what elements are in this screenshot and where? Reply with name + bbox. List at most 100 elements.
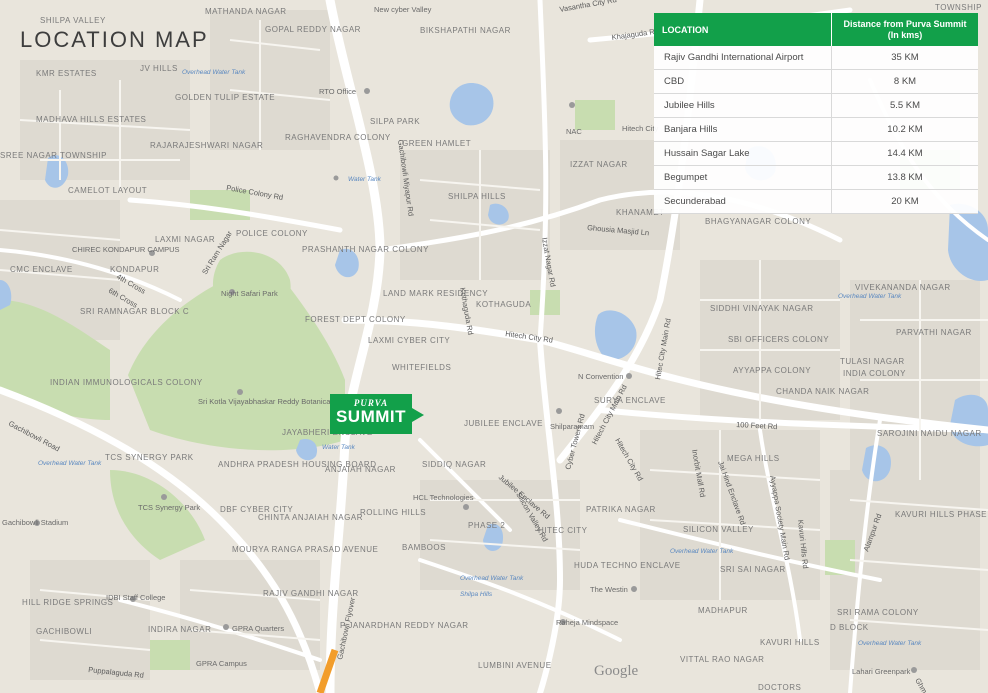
area-label: TOWNSHIP [935,3,982,12]
poi-label: GPRA Campus [196,659,247,668]
area-label: BAMBOOS [402,543,446,552]
table-header-row: LOCATION Distance from Purva Summit (In … [654,13,978,46]
area-label: SILPA PARK [370,117,420,126]
area-label: WHITEFIELDS [392,363,451,372]
area-label: PATRIKA NAGAR [586,505,656,514]
area-label: RAJIV GANDHI NAGAR [263,589,359,598]
area-label: BIKSHAPATHI NAGAR [420,26,511,35]
poi-label: Overhead Water Tank [182,69,246,76]
area-label: SURYA ENCLAVE [594,396,666,405]
map-title: LOCATION MAP [20,27,209,52]
poi-label: N Convention [578,372,623,381]
area-label: JV HILLS [140,64,178,73]
marker-brand: PURVA [353,398,389,408]
area-label: JUBILEE ENCLAVE [464,419,543,428]
poi-label: New cyber Valley [374,5,432,14]
area-label: GOLDEN TULIP ESTATE [175,93,275,102]
area-label: SILICON VALLEY [683,525,754,534]
poi-label: Overhead Water Tank [460,575,524,582]
poi-label: GPRA Quarters [232,624,284,633]
area-label: SRI SAI NAGAR [720,565,786,574]
area-label: KOTHAGUDA [476,300,531,309]
area-label: MEGA HILLS [727,454,780,463]
area-label: PHASE 2 [468,521,505,530]
area-label: INDIRA NAGAR [148,625,211,634]
poi-label: CHIREC KONDAPUR CAMPUS [72,245,180,254]
area-label: GACHIBOWLI [36,627,92,636]
row-distance: 5.5 KM [831,93,978,118]
area-label: HILL RIDGE SPRINGS [22,598,113,607]
poi-label: HCL Technologies [413,493,474,502]
table-row: Rajiv Gandhi International Airport 35 KM [654,46,978,70]
area-label: POLICE COLONY [236,229,308,238]
poi-label: RTO Office [319,87,356,96]
row-distance: 10.2 KM [831,117,978,142]
area-label: VIVEKANANDA NAGAR [855,283,951,292]
poi-label: Night Safari Park [221,289,278,298]
area-label: TULASI NAGAR [840,357,905,366]
area-label: BHAGYANAGAR COLONY [705,217,811,226]
poi-label: TCS Synergy Park [138,503,200,512]
row-distance: 13.8 KM [831,165,978,190]
area-label: SBI OFFICERS COLONY [728,335,829,344]
row-location: CBD [654,69,832,94]
table-row: Secunderabad 20 KM [654,189,978,214]
row-distance: 20 KM [831,189,978,214]
poi-label: NAC [566,127,582,136]
area-label: PARVATHI NAGAR [896,328,972,337]
area-label: SIDDHI VINAYAK NAGAR [710,304,814,313]
area-label: SHILPA HILLS [448,192,506,201]
area-label: CAMELOT LAYOUT [68,186,147,195]
area-label: CHANDA NAIK NAGAR [776,387,869,396]
table-row: Hussain Sagar Lake 14.4 KM [654,141,978,166]
area-label: D BLOCK [830,623,869,632]
area-label: HUDA TECHNO ENCLAVE [574,561,681,570]
area-label: LAXMI NAGAR [155,235,215,244]
distance-table: LOCATION Distance from Purva Summit (In … [654,13,978,214]
area-label: LAXMI CYBER CITY [368,336,450,345]
area-label: INDIAN IMMUNOLOGICALS COLONY [50,378,203,387]
area-label: RAJARAJESHWARI NAGAR [150,141,263,150]
area-label: GREEN HAMLET [402,139,471,148]
area-label: KAVURI HILLS [760,638,820,647]
table-row: Jubilee Hills 5.5 KM [654,93,978,118]
area-label: KMR ESTATES [36,69,97,78]
area-label: LUMBINI AVENUE [478,661,552,670]
row-location: Begumpet [654,165,832,190]
table-row: Begumpet 13.8 KM [654,165,978,190]
poi-label: Raheja Mindspace [556,618,618,627]
poi-label: Shilpa Hills [460,591,493,598]
row-location: Jubilee Hills [654,93,832,118]
area-label: KONDAPUR [110,265,159,274]
table-row: Banjara Hills 10.2 KM [654,117,978,142]
area-label: PRASHANTH NAGAR COLONY [302,245,429,254]
area-label: ROLLING HILLS [360,508,426,517]
poi-label: Overhead Water Tank [838,293,902,300]
area-label: SIDDIQ NAGAR [422,460,486,469]
area-label: VITTAL RAO NAGAR [680,655,764,664]
area-label: INDIA COLONY [843,369,906,378]
area-label: IZZAT NAGAR [570,160,628,169]
marker-project: SUMMIT [335,407,407,426]
area-label: DOCTORS [758,683,801,692]
lake-nac [449,82,494,126]
area-label: MOURYA RANGA PRASAD AVENUE [232,545,378,554]
area-label: SAROJINI NAIDU NAGAR [877,429,982,438]
poi-label: Overhead Water Tank [38,460,102,467]
area-label: MATHANDA NAGAR [205,7,287,16]
area-label: LAND MARK RESIDENCY [383,289,488,298]
poi-label: Lahari Greenpark [852,667,911,676]
table-row: CBD 8 KM [654,69,978,94]
park-small-2 [575,100,615,130]
row-location: Banjara Hills [654,117,832,142]
area-label: MADHAVA HILLS ESTATES [36,115,146,124]
header-location: LOCATION [654,13,832,46]
purva-summit-marker[interactable]: PURVA SUMMIT [330,394,424,434]
row-distance: 35 KM [831,46,978,70]
park-small-6 [150,640,190,670]
poi-label: Water Tank [322,444,356,451]
poi-label: The Westin [590,585,628,594]
poi-label: Shilparamam [550,422,594,431]
row-location: Hussain Sagar Lake [654,141,832,166]
area-label: SREE NAGAR TOWNSHIP [0,151,107,160]
